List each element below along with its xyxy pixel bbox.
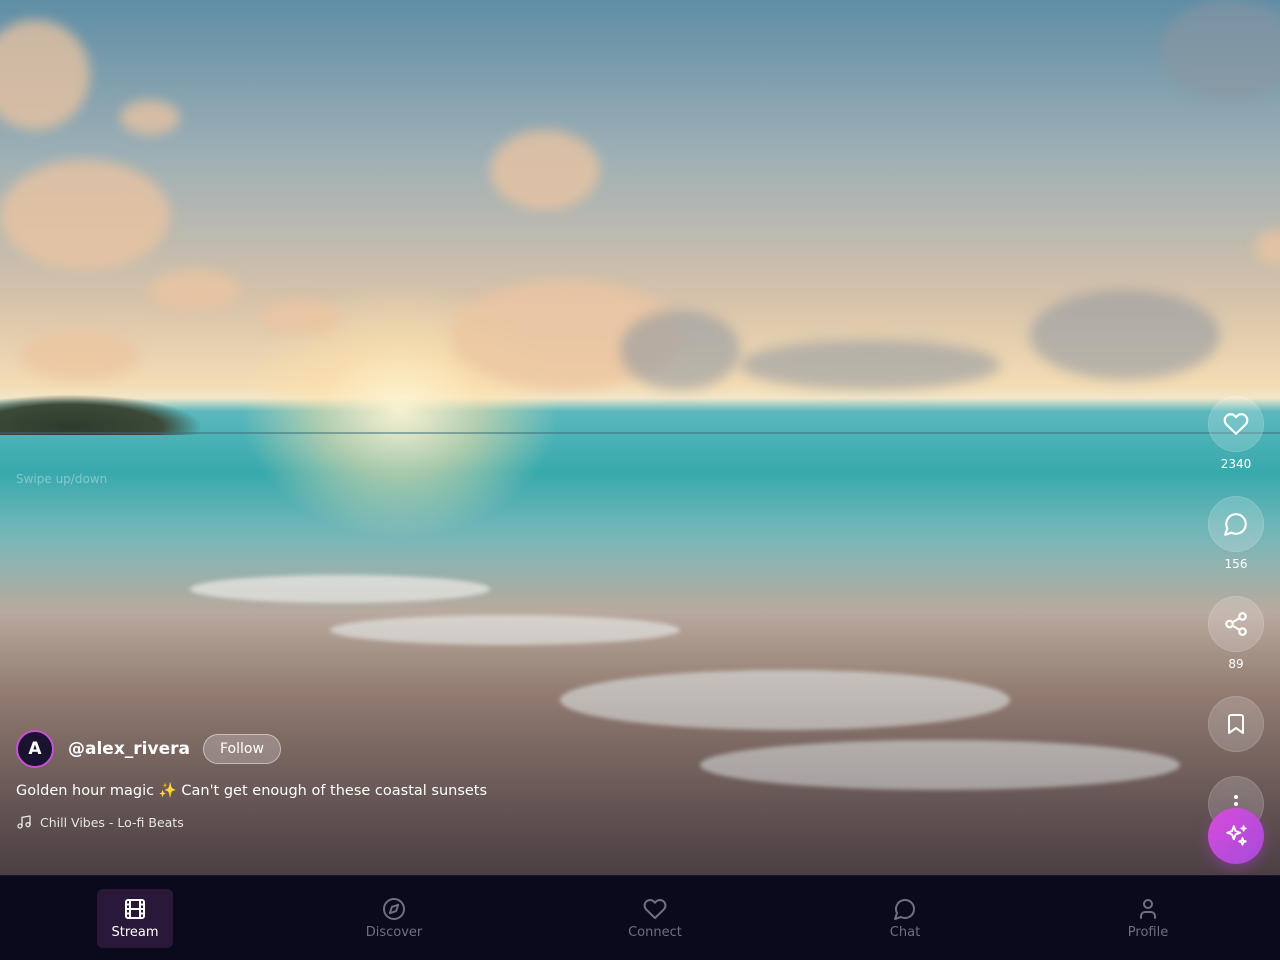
swipe-hint: Swipe up/down bbox=[16, 472, 108, 486]
bookmark-button[interactable] bbox=[1208, 696, 1264, 752]
heart-outline-icon bbox=[643, 899, 667, 919]
follow-button[interactable]: Follow bbox=[202, 734, 281, 764]
like-action: 2340 bbox=[1208, 396, 1264, 496]
like-button[interactable] bbox=[1208, 396, 1264, 452]
share-action: 89 bbox=[1208, 596, 1264, 696]
nav-profile-label: Profile bbox=[1127, 925, 1169, 940]
film-icon bbox=[125, 899, 145, 919]
share-button[interactable] bbox=[1208, 596, 1264, 652]
user-icon bbox=[1140, 899, 1156, 919]
creator-username[interactable]: @alex_rivera bbox=[68, 739, 190, 759]
nav-chat[interactable]: Chat bbox=[865, 889, 945, 948]
bottom-nav: Stream Discover Connect Chat Profile bbox=[0, 875, 1280, 960]
action-rail: 2340 156 89 bbox=[1208, 396, 1264, 832]
comment-button[interactable] bbox=[1208, 496, 1264, 552]
ai-sparkle-button[interactable] bbox=[1208, 808, 1264, 864]
nav-connect-label: Connect bbox=[628, 925, 682, 940]
avatar[interactable]: A bbox=[16, 730, 54, 768]
music-track[interactable]: Chill Vibes - Lo-fi Beats bbox=[16, 814, 184, 830]
nav-stream[interactable]: Stream bbox=[97, 889, 173, 948]
music-note-icon bbox=[17, 815, 31, 829]
nav-connect[interactable]: Connect bbox=[615, 889, 695, 948]
sparkles-icon bbox=[1226, 825, 1247, 846]
music-track-label: Chill Vibes - Lo-fi Beats bbox=[40, 814, 184, 830]
comment-action: 156 bbox=[1208, 496, 1264, 596]
bookmark-action bbox=[1208, 696, 1264, 776]
share-icon bbox=[1225, 612, 1247, 636]
comment-count: 156 bbox=[1224, 557, 1248, 571]
creator-row: A @alex_rivera Follow bbox=[16, 730, 281, 768]
share-count: 89 bbox=[1228, 657, 1244, 671]
nav-chat-label: Chat bbox=[889, 925, 921, 940]
compass-icon bbox=[383, 898, 405, 920]
nav-discover-label: Discover bbox=[365, 925, 423, 940]
bookmark-icon bbox=[1228, 714, 1244, 734]
comment-bubble-icon bbox=[1224, 513, 1247, 536]
nav-profile[interactable]: Profile bbox=[1108, 889, 1188, 948]
video-caption: Golden hour magic ✨ Can't get enough of … bbox=[16, 783, 488, 799]
like-count: 2340 bbox=[1220, 457, 1252, 471]
heart-icon bbox=[1223, 413, 1249, 435]
nav-discover[interactable]: Discover bbox=[354, 889, 434, 948]
chat-bubble-icon bbox=[894, 899, 915, 920]
nav-stream-label: Stream bbox=[111, 925, 159, 940]
